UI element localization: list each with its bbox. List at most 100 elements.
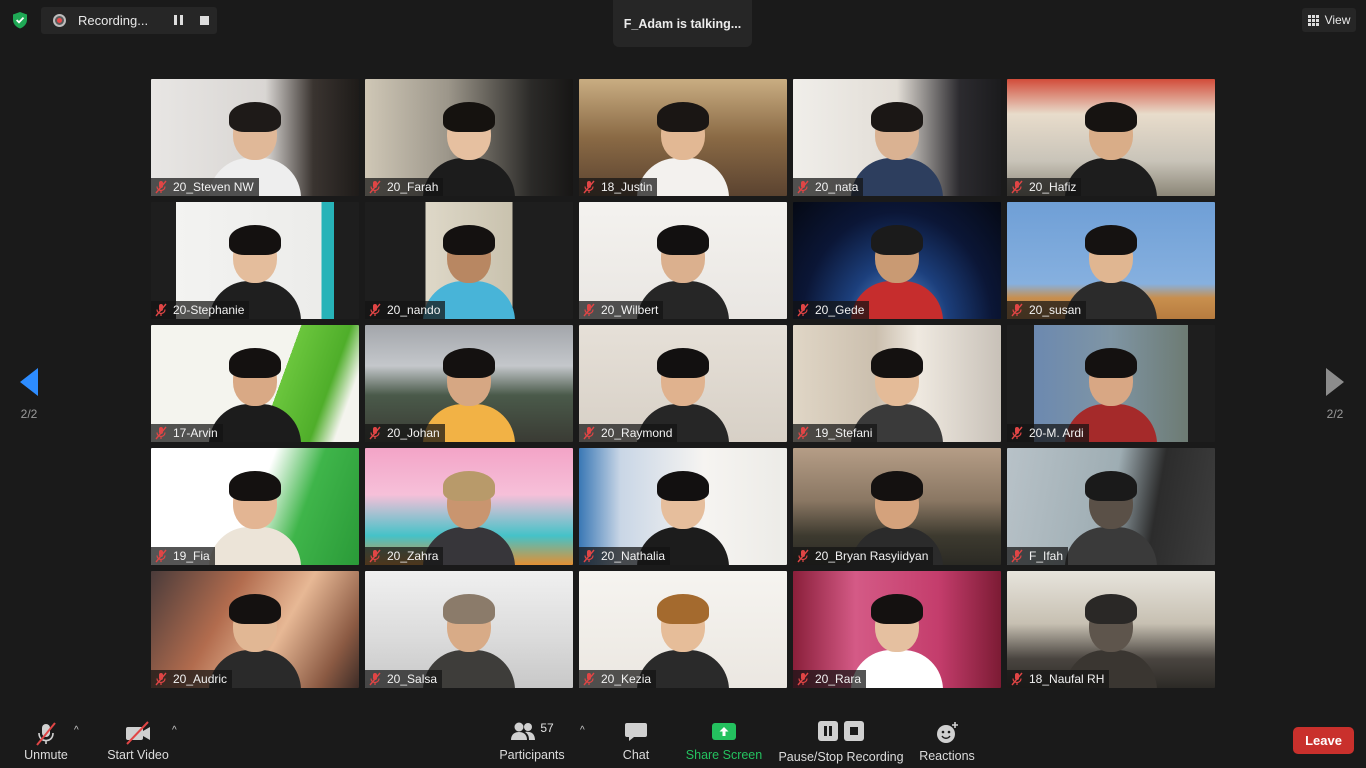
participant-video-tile[interactable]: 20_Gede: [793, 202, 1001, 319]
share-screen-icon: [712, 723, 736, 740]
muted-mic-icon: [797, 426, 809, 440]
muted-mic-icon: [797, 549, 809, 563]
participant-name-tag: 19_Fia: [151, 547, 215, 565]
next-page-nav[interactable]: 2/2: [1320, 368, 1350, 421]
view-button[interactable]: View: [1302, 8, 1356, 32]
muted-mic-icon: [155, 180, 167, 194]
page-indicator-right: 2/2: [1326, 407, 1344, 421]
muted-mic-icon: [155, 426, 167, 440]
participant-name-tag: 20_Wilbert: [579, 301, 664, 319]
muted-mic-icon: [1011, 303, 1023, 317]
participant-video-tile[interactable]: 19_Fia: [151, 448, 359, 565]
participant-video-tile[interactable]: 20_Salsa: [365, 571, 573, 688]
reactions-button[interactable]: Reactions: [919, 709, 975, 768]
muted-mic-icon: [1011, 426, 1023, 440]
participant-video-tile[interactable]: 18_Naufal RH: [1007, 571, 1215, 688]
participant-name-tag: 20_Rara: [793, 670, 867, 688]
participant-video-tile[interactable]: 20_nando: [365, 202, 573, 319]
participants-label: Participants: [499, 748, 565, 762]
participant-name-tag: 20_susan: [1007, 301, 1087, 319]
unmute-label: Unmute: [24, 748, 68, 762]
participant-video-tile[interactable]: 20_Raymond: [579, 325, 787, 442]
participant-video-tile[interactable]: 20_Bryan Rasyiidyan: [793, 448, 1001, 565]
participant-video-tile[interactable]: 20_Johan: [365, 325, 573, 442]
arrow-right-icon[interactable]: [1326, 368, 1344, 396]
muted-mic-icon: [583, 672, 595, 686]
participant-name: 20_susan: [1029, 303, 1082, 317]
participant-name-tag: 20_Zahra: [365, 547, 444, 565]
participant-video-tile[interactable]: 20_nata: [793, 79, 1001, 196]
share-screen-label: Share Screen: [685, 748, 763, 762]
participant-video-tile[interactable]: 20_susan: [1007, 202, 1215, 319]
security-shield-icon[interactable]: [9, 9, 31, 31]
unmute-button[interactable]: Unmute: [22, 709, 70, 768]
share-screen-button[interactable]: Share Screen: [685, 709, 763, 768]
participant-video-tile[interactable]: 20_Kezia: [579, 571, 787, 688]
previous-page-nav[interactable]: 2/2: [14, 368, 44, 421]
participant-video-tile[interactable]: 20_Steven NW: [151, 79, 359, 196]
participant-name: 20-Stephanie: [173, 303, 245, 317]
audio-options-caret-icon[interactable]: ^: [74, 725, 79, 736]
participant-video-tile[interactable]: 20_Wilbert: [579, 202, 787, 319]
participants-options-caret-icon[interactable]: ^: [580, 725, 585, 736]
view-label: View: [1324, 13, 1351, 27]
participant-name-tag: 20_Steven NW: [151, 178, 259, 196]
arrow-left-icon[interactable]: [20, 368, 38, 396]
participant-name-tag: 18_Justin: [579, 178, 658, 196]
participant-name: 17-Arvin: [173, 426, 218, 440]
participant-name: 20_Hafiz: [1029, 180, 1077, 194]
pause-stop-recording-button[interactable]: Pause/Stop Recording: [778, 709, 904, 768]
chat-button[interactable]: Chat: [619, 709, 653, 768]
participant-name: 19_Stefani: [815, 426, 873, 440]
participant-name-tag: 20_Gede: [793, 301, 870, 319]
muted-mic-icon: [583, 549, 595, 563]
muted-mic-icon: [797, 180, 809, 194]
page-indicator-left: 2/2: [20, 407, 38, 421]
participant-name-tag: 20_nata: [793, 178, 864, 196]
participants-button[interactable]: 57 Participants: [499, 709, 565, 768]
leave-button[interactable]: Leave: [1293, 727, 1354, 754]
participant-video-tile[interactable]: 20_Zahra: [365, 448, 573, 565]
muted-mic-icon: [369, 672, 381, 686]
participant-video-tile[interactable]: F_Ifah: [1007, 448, 1215, 565]
start-video-label: Start Video: [107, 748, 169, 762]
participant-video-tile[interactable]: 19_Stefani: [793, 325, 1001, 442]
participant-video-tile[interactable]: 20_Rara: [793, 571, 1001, 688]
participant-name: 18_Justin: [601, 180, 653, 194]
participant-name-tag: 20_Audric: [151, 670, 233, 688]
muted-mic-icon: [369, 549, 381, 563]
participant-name: 20_Gede: [815, 303, 865, 317]
participant-video-tile[interactable]: 20_Farah: [365, 79, 573, 196]
participant-figure: [1061, 465, 1161, 565]
video-grid: 20_Steven NW 20_Farah 18_Justin 20_nata 20_H…: [151, 79, 1215, 688]
participant-video-tile[interactable]: 20_Hafiz: [1007, 79, 1215, 196]
participant-video-tile[interactable]: 20_Audric: [151, 571, 359, 688]
start-video-button[interactable]: Start Video: [107, 709, 169, 768]
participant-name: F_Ifah: [1029, 549, 1064, 563]
participant-name-tag: 20_Nathalia: [579, 547, 671, 565]
meeting-toolbar: Unmute ^ Start Video ^ 57 Participants ^…: [0, 709, 1366, 768]
muted-mic-icon: [583, 180, 595, 194]
muted-mic-icon: [369, 180, 381, 194]
participant-video-tile[interactable]: 17-Arvin: [151, 325, 359, 442]
participant-figure: [205, 465, 305, 565]
participant-name: 19_Fia: [173, 549, 210, 563]
pause-stop-recording-label: Pause/Stop Recording: [778, 750, 904, 764]
muted-mic-icon: [369, 303, 381, 317]
video-options-caret-icon[interactable]: ^: [172, 725, 177, 736]
participant-name: 20_nando: [387, 303, 441, 317]
participant-name: 20_Zahra: [387, 549, 439, 563]
active-speaker-banner: F_Adam is talking...: [613, 0, 752, 47]
participant-name-tag: 20_Raymond: [579, 424, 678, 442]
stop-recording-icon[interactable]: [200, 16, 209, 25]
participants-count: 57: [540, 721, 554, 735]
participant-video-tile[interactable]: 18_Justin: [579, 79, 787, 196]
active-speaker-text: F_Adam is talking...: [623, 16, 742, 31]
participant-video-tile[interactable]: 20-M. Ardi: [1007, 325, 1215, 442]
participant-name-tag: 20_nando: [365, 301, 446, 319]
participant-video-tile[interactable]: 20_Nathalia: [579, 448, 787, 565]
participant-video-tile[interactable]: 20-Stephanie: [151, 202, 359, 319]
participant-name-tag: 20_Hafiz: [1007, 178, 1082, 196]
recording-label: Recording...: [78, 13, 149, 28]
pause-recording-icon[interactable]: [174, 15, 186, 26]
